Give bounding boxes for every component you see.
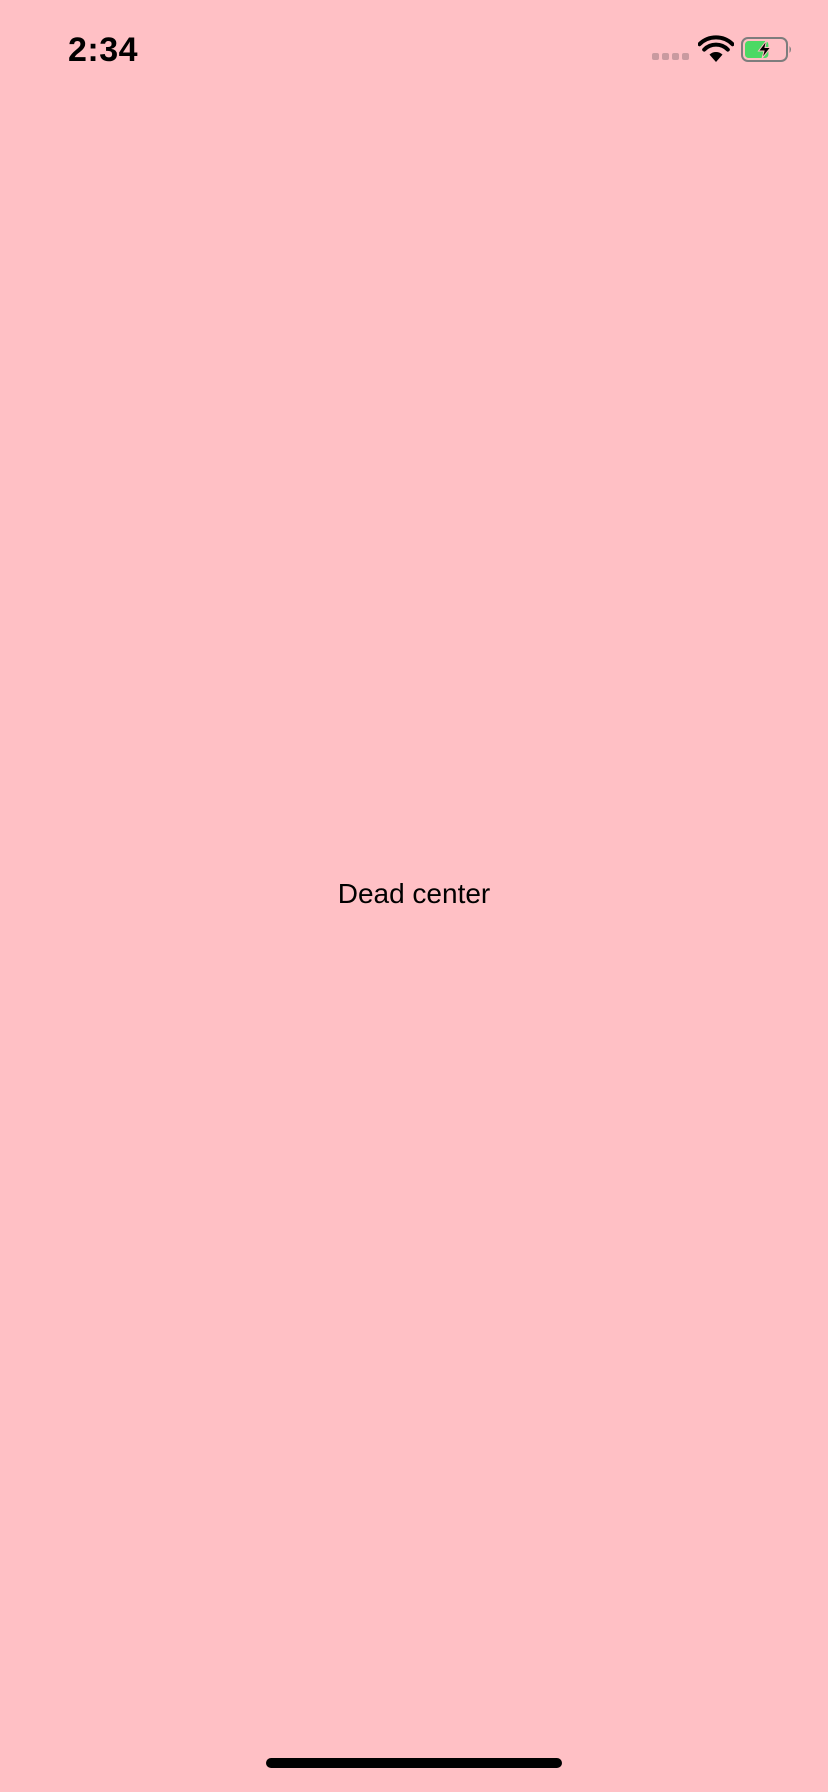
wifi-icon [698,35,734,62]
signal-dot [682,53,689,60]
home-indicator[interactable] [266,1758,562,1768]
app-screen: 2:34 Dead center [0,0,828,1792]
status-bar: 2:34 [0,0,828,100]
battery-charging-icon [741,37,791,62]
signal-dot [652,53,659,60]
signal-dot [662,53,669,60]
status-time: 2:34 [68,31,139,69]
cellular-signal-icon [652,53,690,62]
dead-center-label: Dead center [337,878,491,909]
signal-dot [672,53,679,60]
